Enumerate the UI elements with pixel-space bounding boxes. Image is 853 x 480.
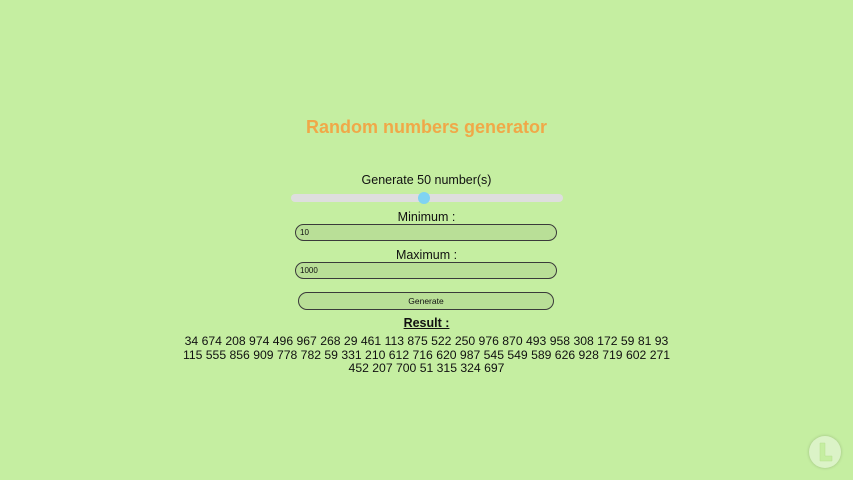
letter-l-logo-icon: [819, 442, 833, 462]
count-slider-thumb[interactable]: [418, 192, 431, 204]
maximum-input[interactable]: [295, 262, 557, 279]
app-page: Random numbers generator Generate 50 num…: [0, 0, 853, 480]
logo-button[interactable]: [809, 436, 841, 468]
result-numbers: 34 674 208 974 496 967 268 29 461 113 87…: [182, 334, 671, 376]
maximum-label: Maximum :: [395, 248, 458, 262]
minimum-label: Minimum :: [397, 210, 456, 224]
minimum-input[interactable]: [295, 224, 557, 241]
count-label: Generate 50 number(s): [361, 173, 492, 187]
generate-button[interactable]: Generate: [298, 292, 554, 310]
page-title: Random numbers generator: [305, 117, 548, 137]
count-slider[interactable]: [291, 192, 563, 204]
result-title: Result :: [403, 316, 450, 330]
